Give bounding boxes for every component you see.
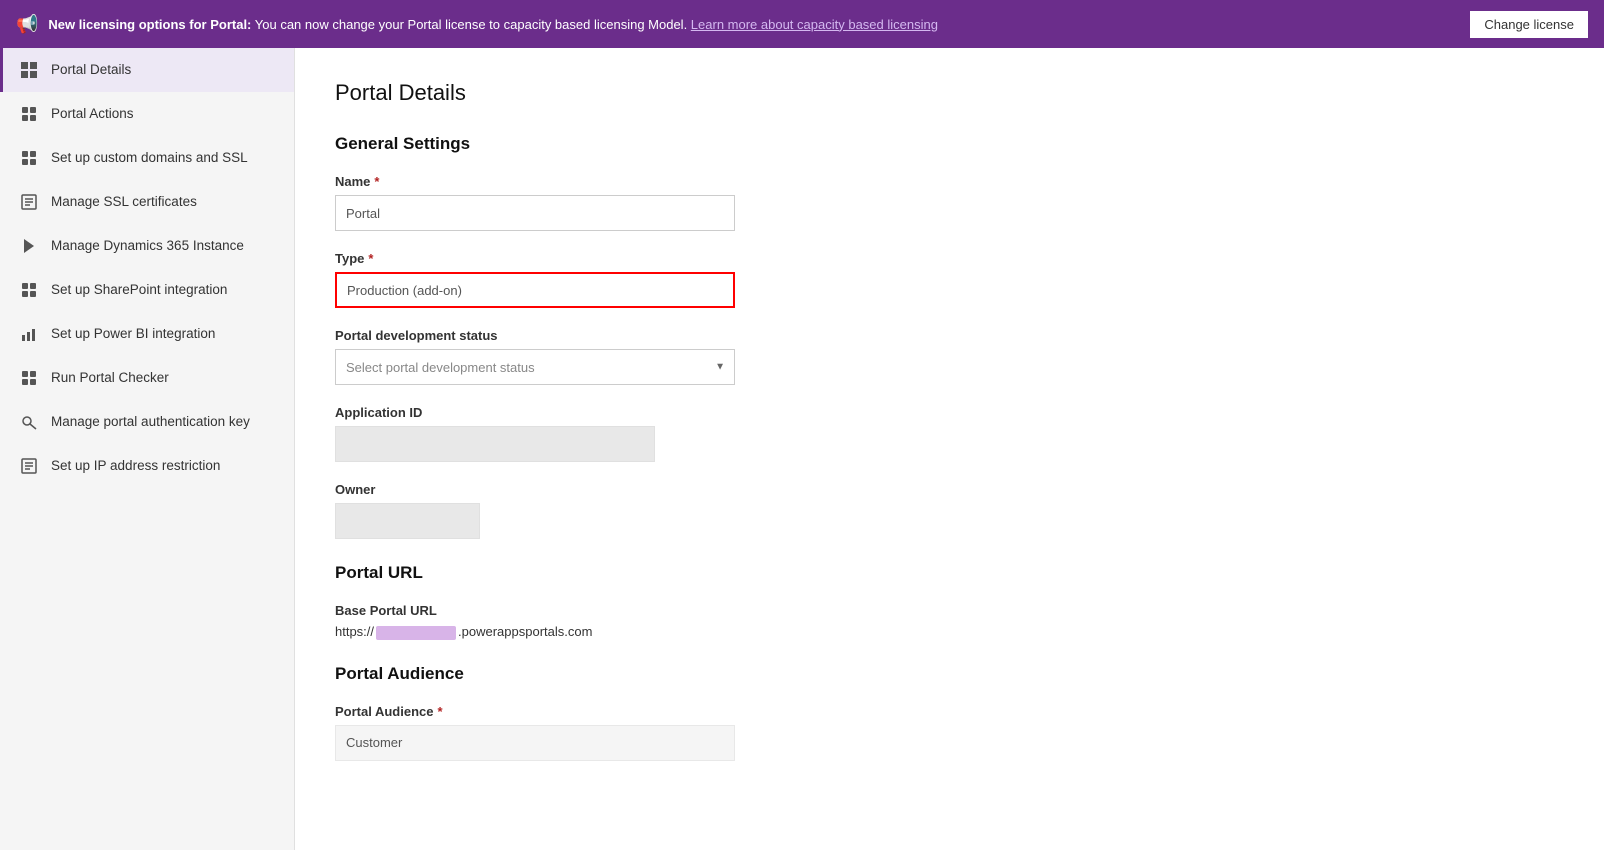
custom-domains-icon (19, 148, 39, 168)
sidebar-item-sharepoint[interactable]: Set up SharePoint integration (0, 268, 294, 312)
sidebar-item-power-bi[interactable]: Set up Power BI integration (0, 312, 294, 356)
dev-status-label-text: Portal development status (335, 328, 498, 343)
app-id-label-text: Application ID (335, 405, 422, 420)
portal-audience-input[interactable] (335, 725, 735, 761)
learn-more-link[interactable]: Learn more about capacity based licensin… (691, 17, 938, 32)
banner-normal: You can now change your Portal license t… (255, 17, 691, 32)
sidebar-item-portal-checker[interactable]: Run Portal Checker (0, 356, 294, 400)
general-settings-title: General Settings (335, 134, 1564, 154)
portal-audience-title: Portal Audience (335, 664, 1564, 684)
sidebar-item-dynamics-instance[interactable]: Manage Dynamics 365 Instance (0, 224, 294, 268)
name-required: * (374, 174, 379, 189)
sidebar-item-ssl-certificates[interactable]: Manage SSL certificates (0, 180, 294, 224)
dev-status-wrapper: Select portal development status (335, 349, 735, 385)
base-url-field-group: Base Portal URL https:// .powerappsportal… (335, 603, 1564, 640)
dev-status-field-group: Portal development status Select portal … (335, 328, 1564, 385)
app-id-field-group: Application ID (335, 405, 1564, 462)
type-label-text: Type (335, 251, 364, 266)
owner-label-text: Owner (335, 482, 375, 497)
sidebar-label-ssl-certificates: Manage SSL certificates (51, 193, 197, 211)
app-id-value (335, 426, 655, 462)
auth-key-icon (19, 412, 39, 432)
sidebar: Portal Details Portal Actions Set up custo… (0, 48, 295, 850)
sidebar-item-custom-domains[interactable]: Set up custom domains and SSL (0, 136, 294, 180)
sidebar-label-sharepoint: Set up SharePoint integration (51, 281, 227, 299)
portal-url-title: Portal URL (335, 563, 1564, 583)
owner-field-group: Owner (335, 482, 1564, 539)
audience-required: * (437, 704, 442, 719)
name-label: Name * (335, 174, 1564, 189)
ip-restriction-icon (19, 456, 39, 476)
sidebar-label-custom-domains: Set up custom domains and SSL (51, 149, 248, 167)
change-license-button[interactable]: Change license (1470, 11, 1588, 38)
main-layout: Portal Details Portal Actions Set up custo… (0, 48, 1604, 850)
sidebar-label-dynamics-instance: Manage Dynamics 365 Instance (51, 237, 244, 255)
sidebar-label-power-bi: Set up Power BI integration (51, 325, 215, 343)
notification-banner: 📢 New licensing options for Portal: You … (0, 0, 1604, 48)
sidebar-label-portal-actions: Portal Actions (51, 105, 134, 123)
portal-audience-label: Portal Audience * (335, 704, 1564, 719)
url-redacted (376, 626, 456, 640)
sidebar-label-portal-details: Portal Details (51, 61, 131, 79)
dev-status-label: Portal development status (335, 328, 1564, 343)
portal-audience-label-text: Portal Audience (335, 704, 433, 719)
sidebar-item-ip-restriction[interactable]: Set up IP address restriction (0, 444, 294, 488)
name-input[interactable] (335, 195, 735, 231)
portal-details-icon (19, 60, 39, 80)
ssl-certificates-icon (19, 192, 39, 212)
owner-label: Owner (335, 482, 1564, 497)
owner-value (335, 503, 480, 539)
type-required: * (368, 251, 373, 266)
sidebar-label-portal-checker: Run Portal Checker (51, 369, 169, 387)
content-area: Portal Details General Settings Name * T… (295, 48, 1604, 850)
dynamics-instance-icon (19, 236, 39, 256)
sidebar-item-portal-actions[interactable]: Portal Actions (0, 92, 294, 136)
sharepoint-icon (19, 280, 39, 300)
url-prefix: https:// (335, 624, 374, 639)
base-url-label: Base Portal URL (335, 603, 1564, 618)
type-input[interactable] (335, 272, 735, 308)
banner-icon: 📢 (16, 14, 38, 35)
type-field-group: Type * (335, 251, 1564, 308)
app-id-label: Application ID (335, 405, 1564, 420)
url-suffix: .powerappsportals.com (458, 624, 592, 639)
dev-status-select[interactable]: Select portal development status (335, 349, 735, 385)
page-title: Portal Details (335, 80, 1564, 106)
type-label: Type * (335, 251, 1564, 266)
base-url-value: https:// .powerappsportals.com (335, 624, 1564, 640)
sidebar-label-ip-restriction: Set up IP address restriction (51, 457, 220, 475)
portal-actions-icon (19, 104, 39, 124)
name-label-text: Name (335, 174, 370, 189)
portal-checker-icon (19, 368, 39, 388)
power-bi-icon (19, 324, 39, 344)
sidebar-item-auth-key[interactable]: Manage portal authentication key (0, 400, 294, 444)
base-url-label-text: Base Portal URL (335, 603, 437, 618)
sidebar-item-portal-details[interactable]: Portal Details (0, 48, 294, 92)
name-field-group: Name * (335, 174, 1564, 231)
banner-text: New licensing options for Portal: You ca… (48, 17, 1460, 32)
portal-audience-field-group: Portal Audience * (335, 704, 1564, 761)
banner-bold: New licensing options for Portal: (48, 17, 251, 32)
sidebar-label-auth-key: Manage portal authentication key (51, 413, 250, 431)
